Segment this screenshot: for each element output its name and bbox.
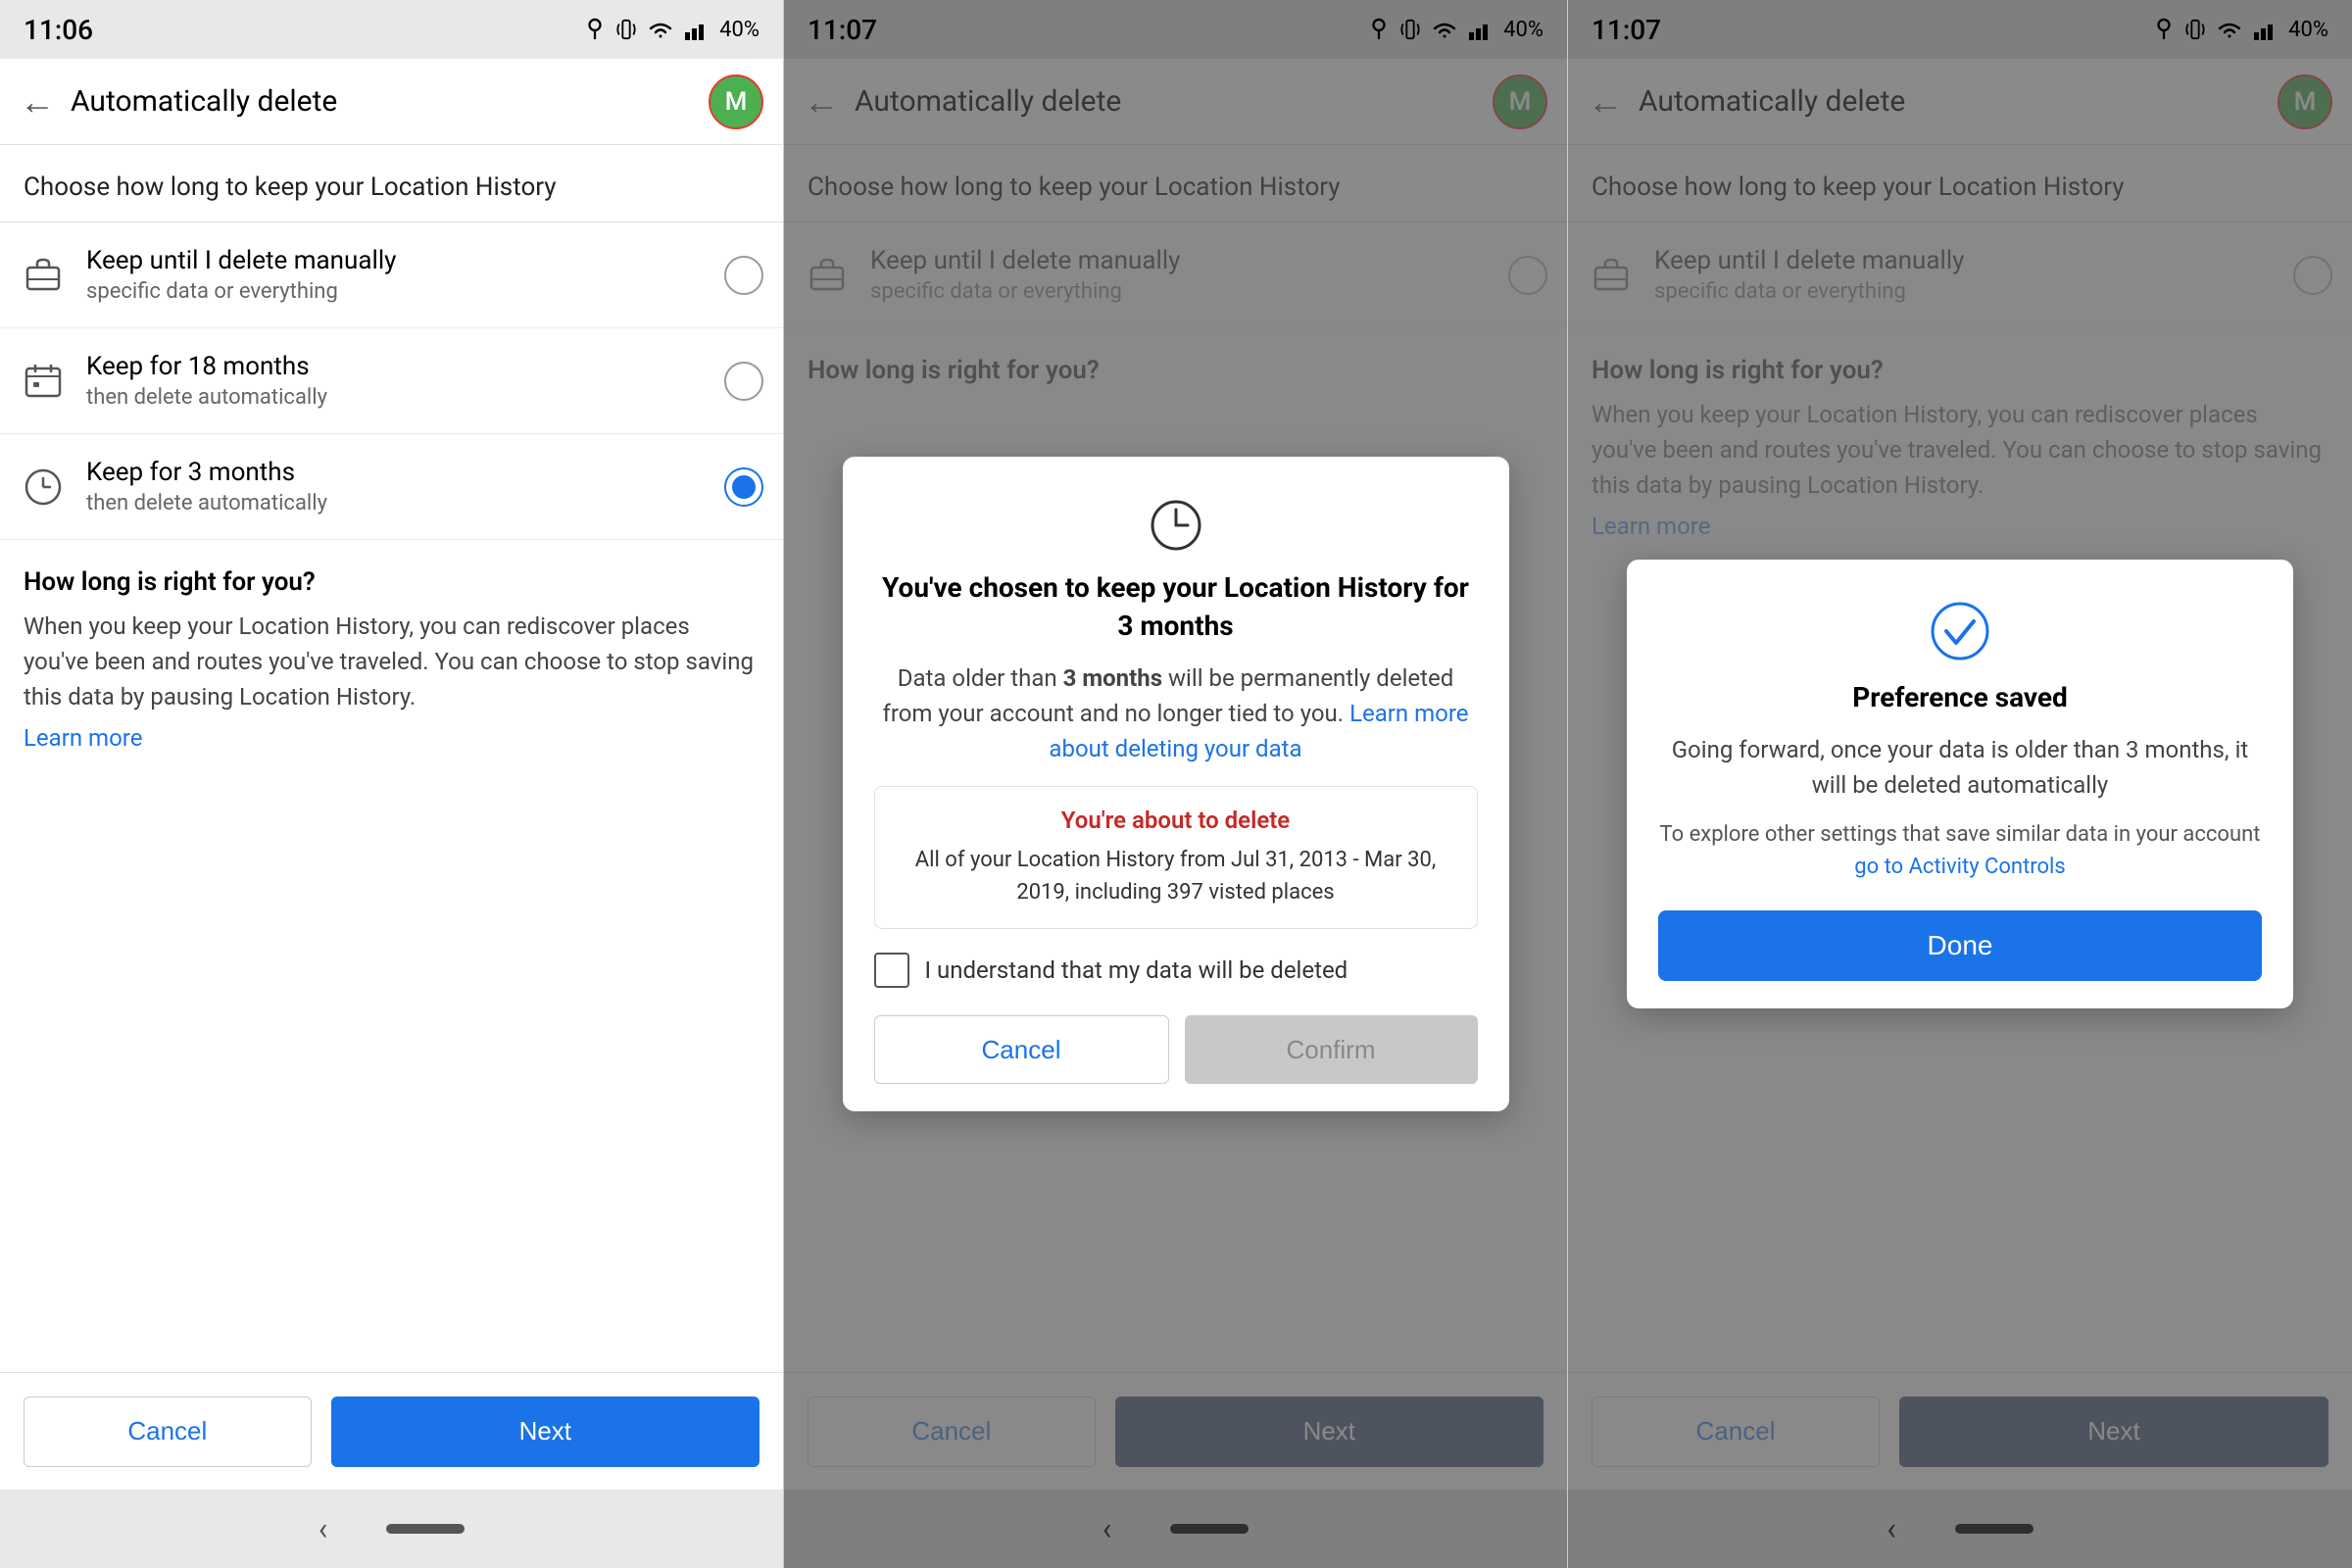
dialog-body-confirm: Data older than 3 months will be permane… <box>874 661 1478 766</box>
info-title-1: How long is right for you? <box>24 567 760 597</box>
nav-bar-1: ‹ <box>0 1490 783 1568</box>
top-bar-title-1: Automatically delete <box>71 84 693 119</box>
dialog-learn-more-link[interactable]: Learn more about deleting your data <box>1049 700 1468 762</box>
top-bar-1: ← Automatically delete M <box>0 59 783 145</box>
option-text-3: Keep for 3 months then delete automatica… <box>86 458 705 515</box>
briefcase-icon-1 <box>20 252 67 299</box>
location-icon <box>584 16 606 43</box>
option-text-18: Keep for 18 months then delete automatic… <box>86 352 705 410</box>
status-time-1: 11:06 <box>24 14 93 46</box>
status-icons-1: 40% <box>584 16 760 43</box>
confirm-dialog: You've chosen to keep your Location Hist… <box>843 457 1509 1112</box>
option-title-18: Keep for 18 months <box>86 352 705 381</box>
dialog-btn-row: Cancel Confirm <box>874 1015 1478 1084</box>
info-section-1: How long is right for you? When you keep… <box>0 540 783 1372</box>
bottom-bar-1: Cancel Next <box>0 1372 783 1490</box>
dialog-clock-icon <box>874 492 1478 553</box>
saved-dialog-overlay: Preference saved Going forward, once you… <box>1568 0 2352 1568</box>
done-button[interactable]: Done <box>1658 910 2262 981</box>
avatar-1[interactable]: M <box>709 74 763 129</box>
nav-pill-1 <box>386 1524 465 1534</box>
option-text-1: Keep until I delete manually specific da… <box>86 246 705 304</box>
radio-18months-1[interactable] <box>724 362 763 401</box>
option-subtitle-1: specific data or everything <box>86 279 705 304</box>
dialog-warning-body: All of your Location History from Jul 31… <box>899 844 1453 908</box>
nav-back-1[interactable]: ‹ <box>318 1510 328 1547</box>
calendar-icon-1 <box>20 358 67 405</box>
checkbox-label: I understand that my data will be delete… <box>925 956 1348 984</box>
option-title-1: Keep until I delete manually <box>86 246 705 275</box>
phone-panel-2: 11:07 40% ← Automatically delete M Choos… <box>784 0 1568 1568</box>
radio-3months-1[interactable] <box>724 467 763 507</box>
wifi-icon <box>647 19 674 40</box>
saved-dialog-note: To explore other settings that save simi… <box>1658 818 2262 883</box>
vibrate-icon <box>615 16 637 43</box>
status-bar-1: 11:06 40% <box>0 0 783 59</box>
dialog-checkmark-icon <box>1658 595 2262 662</box>
dialog-warning-title: You're about to delete <box>899 807 1453 834</box>
learn-more-link-1[interactable]: Learn more <box>24 724 760 752</box>
back-button-1[interactable]: ← <box>20 81 55 122</box>
dialog-overlay-2: You've chosen to keep your Location Hist… <box>784 0 1567 1568</box>
next-button-1[interactable]: Next <box>331 1396 760 1467</box>
info-body-1: When you keep your Location History, you… <box>24 609 760 714</box>
phone-panel-3: 11:07 40% ← Automatically delete M Choos… <box>1568 0 2352 1568</box>
clock-icon-1 <box>20 464 67 511</box>
checkbox-row: I understand that my data will be delete… <box>874 953 1478 988</box>
option-title-3: Keep for 3 months <box>86 458 705 487</box>
battery-text-1: 40% <box>719 18 760 42</box>
activity-controls-link[interactable]: go to Activity Controls <box>1854 855 2066 879</box>
option-3months-1[interactable]: Keep for 3 months then delete automatica… <box>0 434 783 540</box>
dialog-title-confirm: You've chosen to keep your Location Hist… <box>874 568 1478 645</box>
saved-dialog-title: Preference saved <box>1658 678 2262 716</box>
saved-dialog: Preference saved Going forward, once you… <box>1627 560 2293 1008</box>
option-subtitle-18: then delete automatically <box>86 385 705 410</box>
radio-manually-1[interactable] <box>724 256 763 295</box>
phone-panel-1: 11:06 40% ← Automatically delete M Choos… <box>0 0 784 1568</box>
understand-checkbox[interactable] <box>874 953 909 988</box>
page-subtitle-1: Choose how long to keep your Location Hi… <box>0 145 783 222</box>
dialog-confirm-button[interactable]: Confirm <box>1185 1015 1478 1084</box>
cancel-button-1[interactable]: Cancel <box>24 1396 312 1467</box>
option-keep-manually-1[interactable]: Keep until I delete manually specific da… <box>0 222 783 328</box>
dialog-cancel-button[interactable]: Cancel <box>874 1015 1169 1084</box>
options-list-1: Keep until I delete manually specific da… <box>0 222 783 540</box>
option-subtitle-3: then delete automatically <box>86 491 705 515</box>
option-18months-1[interactable]: Keep for 18 months then delete automatic… <box>0 328 783 434</box>
saved-dialog-body: Going forward, once your data is older t… <box>1658 732 2262 803</box>
dialog-warning-box: You're about to delete All of your Locat… <box>874 786 1478 929</box>
signal-icon <box>684 19 710 40</box>
